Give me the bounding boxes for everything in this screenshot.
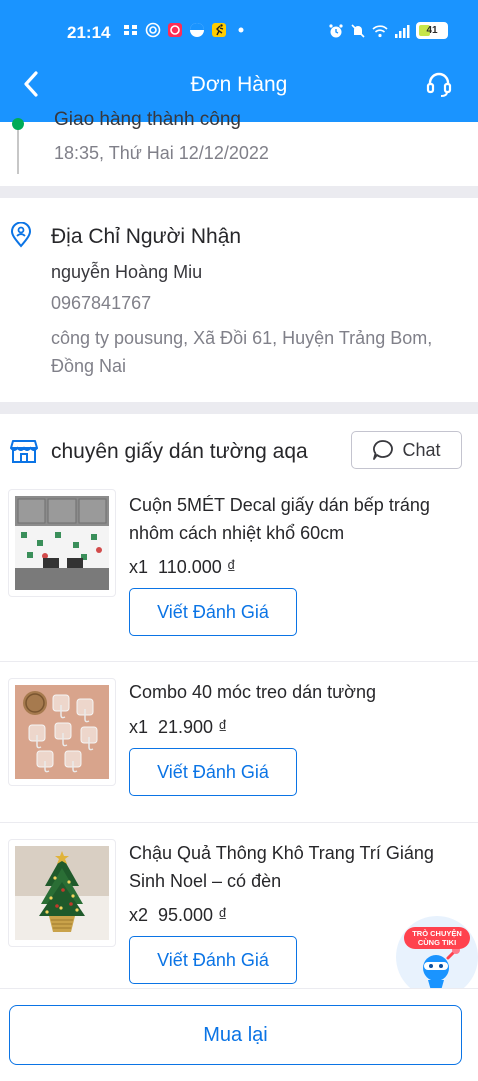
- app-header: 21:14 41 Đơn Hàng: [0, 0, 478, 122]
- address-title: Địa Chỉ Người Nhận: [51, 225, 242, 248]
- bottom-action-bar: Mua lại: [0, 988, 478, 1081]
- product-price: 110.000 ₫: [158, 557, 236, 577]
- product-price-row: x1 110.000 ₫: [129, 557, 236, 578]
- product-quantity: x1: [129, 717, 149, 737]
- wall-hooks-image: [15, 685, 109, 779]
- headset-icon: [426, 72, 452, 97]
- dot-icon: [238, 27, 244, 33]
- timeline-time: 18:35, Thứ Hai 12/12/2022: [54, 143, 269, 163]
- order-item: Cuộn 5MÉT Decal giấy dán bếp tráng nhôm …: [0, 478, 478, 661]
- product-name[interactable]: Chậu Quả Thông Khô Trang Trí Giáng Sinh …: [129, 839, 449, 895]
- timeline-status: Giao hàng thành công: [54, 109, 241, 130]
- write-review-button[interactable]: Viết Đánh Giá: [129, 748, 297, 796]
- write-review-button[interactable]: Viết Đánh Giá: [129, 936, 297, 984]
- runner-app-icon: [212, 23, 226, 37]
- status-time: 21:14: [67, 23, 111, 42]
- recipient-address: công ty pousung, Xã Đồi 61, Huyện Trảng …: [51, 328, 433, 376]
- location-pin-icon: [10, 222, 32, 248]
- red-app-icon: [168, 23, 182, 37]
- recipient-address-section: Địa Chỉ Người Nhận nguyễn Hoàng Miu 0967…: [0, 198, 478, 402]
- product-quantity: x2: [129, 905, 149, 925]
- status-notification-icons: [123, 22, 249, 38]
- alarm-icon: [329, 23, 343, 37]
- product-price-row: x1 21.900 ₫: [129, 717, 227, 738]
- product-name[interactable]: Cuộn 5MÉT Decal giấy dán bếp tráng nhôm …: [129, 491, 449, 547]
- product-name[interactable]: Combo 40 móc treo dán tường: [129, 678, 449, 706]
- recipient-name: nguyễn Hoàng Miu: [51, 262, 203, 282]
- signal-icon: [395, 24, 410, 38]
- christmas-tree-image: [15, 846, 109, 940]
- product-thumbnail[interactable]: [8, 489, 116, 597]
- store-icon: [10, 440, 38, 463]
- product-price-row: x2 95.000 ₫: [129, 905, 227, 926]
- rebuy-button[interactable]: Mua lại: [9, 1005, 462, 1065]
- grid-app-icon: [124, 25, 137, 35]
- mute-bell-icon: [351, 23, 365, 38]
- status-system-icons: 41: [328, 22, 448, 39]
- target-app-icon: [145, 22, 161, 38]
- order-timeline: Giao hàng thành công 18:35, Thứ Hai 12/1…: [0, 109, 478, 186]
- timeline-dot: [12, 118, 24, 130]
- wifi-icon: [372, 24, 388, 37]
- status-bar: 21:14 41: [0, 0, 478, 64]
- order-item: Combo 40 móc treo dán tường x1 21.900 ₫ V…: [0, 662, 478, 822]
- product-price: 95.000 ₫: [158, 905, 228, 925]
- chat-button-label: Chat: [402, 439, 441, 460]
- product-price: 21.900 ₫: [158, 717, 228, 737]
- battery-percent: 41: [426, 25, 438, 36]
- kitchen-decal-image: [15, 496, 109, 590]
- chat-bubble-icon: [373, 440, 394, 460]
- half-circle-app-icon: [190, 23, 204, 37]
- page-title: Đơn Hàng: [190, 73, 288, 96]
- shop-name[interactable]: chuyên giấy dán tường aqa: [51, 440, 308, 464]
- support-button[interactable]: [422, 67, 456, 101]
- product-quantity: x1: [129, 557, 149, 577]
- recipient-phone: 0967841767: [51, 293, 152, 313]
- product-thumbnail[interactable]: [8, 839, 116, 947]
- tiki-chat-label[interactable]: TRÒ CHUYỆN CÙNG TIKI: [404, 927, 470, 949]
- section-divider: [0, 186, 478, 198]
- chat-button[interactable]: Chat: [351, 431, 462, 469]
- write-review-button[interactable]: Viết Đánh Giá: [129, 588, 297, 636]
- shop-header: chuyên giấy dán tường aqa Chat: [0, 414, 478, 478]
- product-thumbnail[interactable]: [8, 678, 116, 786]
- battery-icon: 41: [416, 22, 448, 39]
- section-divider: [0, 402, 478, 414]
